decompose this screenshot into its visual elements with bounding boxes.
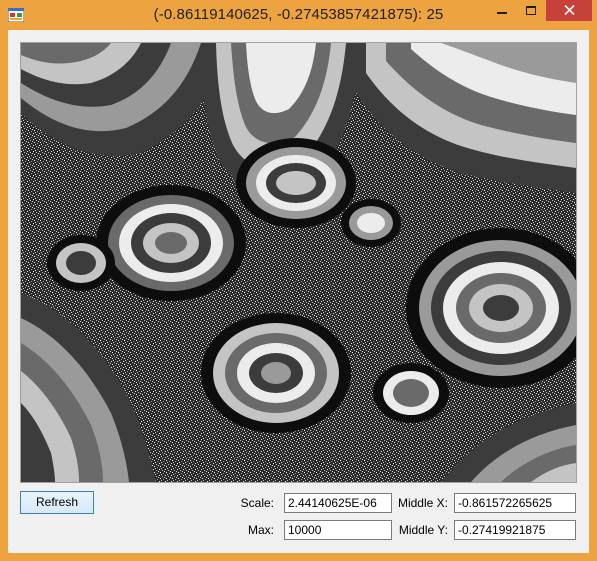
fractal-spiral-left <box>96 185 246 301</box>
middle-x-input[interactable]: -0.861572265625 <box>454 493 576 513</box>
middle-x-label: Middle X: <box>397 496 448 510</box>
title-bar[interactable]: (-0.86119140625, -0.27453857421875): 25 <box>0 0 597 30</box>
middle-y-label: Middle Y: <box>398 523 448 537</box>
close-icon <box>563 2 575 20</box>
max-input[interactable]: 10000 <box>284 520 392 540</box>
maximize-icon <box>526 2 536 20</box>
minimize-button[interactable] <box>489 0 515 21</box>
middle-y-input[interactable]: -0.27419921875 <box>454 520 576 540</box>
close-button[interactable] <box>546 0 592 21</box>
fractal-canvas[interactable] <box>20 42 577 483</box>
client-area: Refresh Scale: 2.44140625E-06 Middle X: … <box>8 30 589 553</box>
fractal-spiral-lower <box>201 313 351 433</box>
minimize-icon <box>497 2 507 20</box>
scale-input[interactable]: 2.44140625E-06 <box>284 493 392 513</box>
maximize-button[interactable] <box>518 0 544 21</box>
app-window: (-0.86119140625, -0.27453857421875): 25 <box>0 0 597 561</box>
refresh-button[interactable]: Refresh <box>20 491 94 514</box>
max-label: Max: <box>247 523 274 537</box>
fractal-spiral-center <box>236 138 356 228</box>
scale-label: Scale: <box>240 496 274 510</box>
